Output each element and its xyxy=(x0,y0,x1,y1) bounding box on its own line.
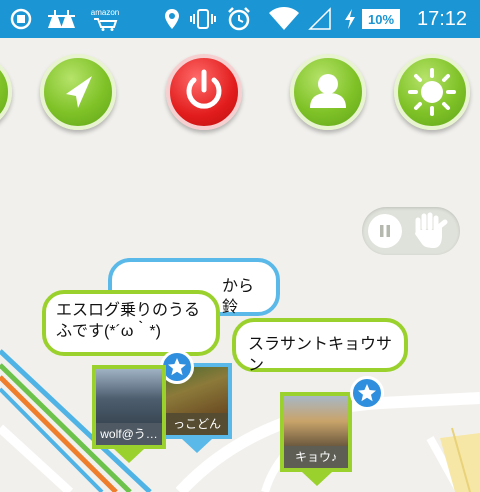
location-icon xyxy=(160,0,184,38)
power-button[interactable] xyxy=(166,54,242,130)
pin-a-pointer xyxy=(114,449,144,463)
pause-icon[interactable] xyxy=(368,214,402,248)
alarm-icon xyxy=(224,0,254,38)
bubble-behind-text: から鈴 xyxy=(222,278,255,316)
cleaner-icon xyxy=(56,0,80,38)
pin-c-photo xyxy=(284,396,348,446)
user-pin-a[interactable]: wolf@う… xyxy=(92,365,166,449)
navigate-button[interactable] xyxy=(40,54,116,130)
hand-icon[interactable] xyxy=(412,212,448,254)
user-icon xyxy=(310,74,346,108)
app-notify-icon xyxy=(6,0,36,38)
pin-b-label: っこどん xyxy=(166,413,228,435)
battery-percent: 10% xyxy=(362,9,400,29)
speech-bubble-right[interactable]: スラサントキョウサン xyxy=(232,318,408,374)
sun-icon xyxy=(408,68,456,116)
brightness-button[interactable] xyxy=(394,54,470,130)
power-icon xyxy=(186,69,222,109)
amazon-cart-icon: amazon xyxy=(88,0,122,38)
pin-b-pointer xyxy=(182,439,212,453)
map-view[interactable]: から鈴 エスログ乗りのうるふです(*´ω｀*) スラサントキョウサン っこどん … xyxy=(0,38,480,492)
pin-c-label: キョウ♪ xyxy=(284,446,348,468)
bubble-right-text: スラサントキョウサン xyxy=(248,336,393,374)
status-bar: amazon 10% 17:12 xyxy=(0,0,480,38)
wifi-icon xyxy=(266,0,302,38)
charging-icon xyxy=(340,0,360,38)
signal-icon xyxy=(306,0,334,38)
navigate-arrow-icon xyxy=(66,76,92,108)
pin-c-pointer xyxy=(302,472,332,486)
clock: 17:12 xyxy=(416,7,468,30)
star-icon xyxy=(350,376,384,410)
speech-bubble-front[interactable]: エスログ乗りのうるふです(*´ω｀*) xyxy=(42,290,220,356)
vibrate-icon xyxy=(188,0,218,38)
pin-a-label: wolf@う… xyxy=(96,423,162,445)
battery-icon: 10% xyxy=(360,0,402,38)
pin-a-photo xyxy=(96,369,162,423)
tracking-toggle[interactable] xyxy=(362,207,460,255)
bubble-front-text: エスログ乗りのうるふです(*´ω｀*) xyxy=(56,302,201,340)
user-pin-c[interactable]: キョウ♪ xyxy=(280,392,352,472)
profile-button[interactable] xyxy=(290,54,366,130)
